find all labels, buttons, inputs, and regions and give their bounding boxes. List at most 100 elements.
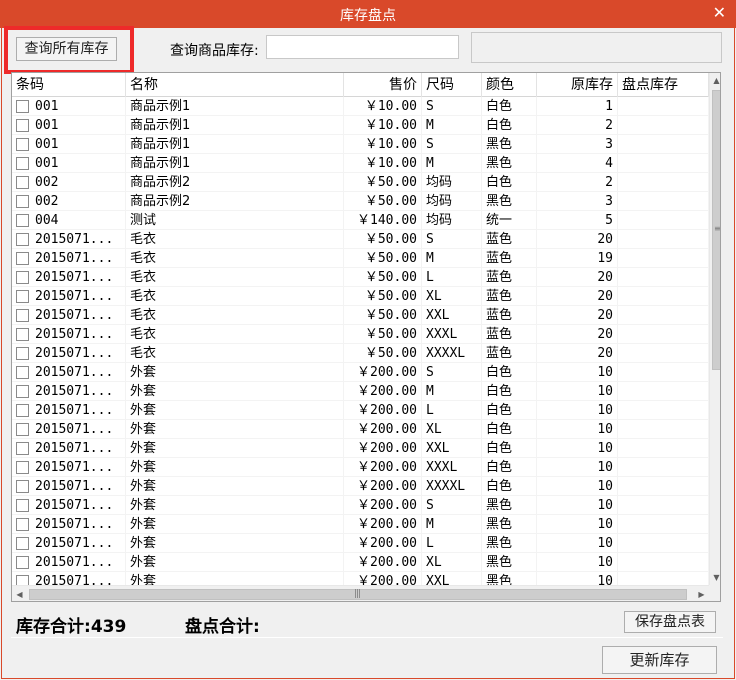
- cell-counted-stock[interactable]: [618, 268, 709, 287]
- row-checkbox[interactable]: [16, 100, 29, 113]
- table-row[interactable]: 2015071... 外套 ￥200.00 XXL 黑色 10: [12, 572, 709, 585]
- cell-counted-stock[interactable]: [618, 325, 709, 344]
- table-row[interactable]: 2015071... 外套 ￥200.00 XL 白色 10: [12, 420, 709, 439]
- vertical-scroll-thumb[interactable]: ≡: [712, 90, 720, 370]
- row-checkbox[interactable]: [16, 461, 29, 474]
- table-row[interactable]: 2015071... 外套 ￥200.00 M 黑色 10: [12, 515, 709, 534]
- cell-counted-stock[interactable]: [618, 192, 709, 211]
- table-row[interactable]: 2015071... 外套 ￥200.00 S 白色 10: [12, 363, 709, 382]
- row-checkbox[interactable]: [16, 423, 29, 436]
- row-checkbox[interactable]: [16, 442, 29, 455]
- cell-counted-stock[interactable]: [618, 572, 709, 585]
- scroll-right-icon[interactable]: ▶: [694, 586, 709, 601]
- row-checkbox[interactable]: [16, 252, 29, 265]
- cell-counted-stock[interactable]: [618, 477, 709, 496]
- column-header-size[interactable]: 尺码: [422, 73, 482, 97]
- table-row[interactable]: 2015071... 外套 ￥200.00 XXXXL 白色 10: [12, 477, 709, 496]
- row-checkbox[interactable]: [16, 195, 29, 208]
- column-header-counted-stock[interactable]: 盘点库存: [618, 73, 709, 97]
- scroll-left-icon[interactable]: ◀: [12, 586, 27, 601]
- cell-counted-stock[interactable]: [618, 306, 709, 325]
- cell-counted-stock[interactable]: [618, 496, 709, 515]
- column-header-original-stock[interactable]: 原库存: [537, 73, 618, 97]
- row-checkbox[interactable]: [16, 366, 29, 379]
- cell-counted-stock[interactable]: [618, 420, 709, 439]
- cell-counted-stock[interactable]: [618, 97, 709, 116]
- column-header-price[interactable]: 售价: [344, 73, 422, 97]
- row-checkbox[interactable]: [16, 328, 29, 341]
- row-checkbox[interactable]: [16, 385, 29, 398]
- table-row[interactable]: 2015071... 外套 ￥200.00 XXL 白色 10: [12, 439, 709, 458]
- column-header-color[interactable]: 颜色: [482, 73, 537, 97]
- close-icon[interactable]: ✕: [713, 3, 726, 22]
- table-row[interactable]: 2015071... 毛衣 ￥50.00 M 蓝色 19: [12, 249, 709, 268]
- table-row[interactable]: 2015071... 毛衣 ￥50.00 S 蓝色 20: [12, 230, 709, 249]
- row-checkbox[interactable]: [16, 119, 29, 132]
- cell-counted-stock[interactable]: [618, 173, 709, 192]
- product-stock-search-input[interactable]: [266, 35, 459, 59]
- cell-counted-stock[interactable]: [618, 515, 709, 534]
- stock-total-label: 库存合计:: [16, 617, 91, 637]
- save-count-sheet-button[interactable]: 保存盘点表: [624, 611, 716, 633]
- horizontal-scrollbar[interactable]: ◀ ||| ▶: [12, 585, 709, 601]
- row-checkbox[interactable]: [16, 271, 29, 284]
- table-row[interactable]: 002 商品示例2 ￥50.00 均码 黑色 3: [12, 192, 709, 211]
- table-row[interactable]: 2015071... 外套 ￥200.00 L 白色 10: [12, 401, 709, 420]
- table-row[interactable]: 2015071... 外套 ￥200.00 M 白色 10: [12, 382, 709, 401]
- table-row[interactable]: 2015071... 毛衣 ￥50.00 XXXL 蓝色 20: [12, 325, 709, 344]
- table-row[interactable]: 2015071... 毛衣 ￥50.00 L 蓝色 20: [12, 268, 709, 287]
- row-checkbox[interactable]: [16, 556, 29, 569]
- table-row[interactable]: 2015071... 毛衣 ￥50.00 XXXXL 蓝色 20: [12, 344, 709, 363]
- table-row[interactable]: 2015071... 毛衣 ￥50.00 XXL 蓝色 20: [12, 306, 709, 325]
- table-row[interactable]: 001 商品示例1 ￥10.00 M 黑色 4: [12, 154, 709, 173]
- query-all-stock-button[interactable]: 查询所有库存: [16, 37, 117, 61]
- cell-counted-stock[interactable]: [618, 249, 709, 268]
- row-checkbox[interactable]: [16, 176, 29, 189]
- cell-counted-stock[interactable]: [618, 382, 709, 401]
- row-checkbox[interactable]: [16, 499, 29, 512]
- table-row[interactable]: 2015071... 外套 ￥200.00 S 黑色 10: [12, 496, 709, 515]
- row-checkbox[interactable]: [16, 233, 29, 246]
- table-row[interactable]: 001 商品示例1 ￥10.00 S 白色 1: [12, 97, 709, 116]
- scroll-up-icon[interactable]: ▲: [710, 73, 720, 88]
- table-row[interactable]: 002 商品示例2 ￥50.00 均码 白色 2: [12, 173, 709, 192]
- cell-counted-stock[interactable]: [618, 154, 709, 173]
- column-header-name[interactable]: 名称: [126, 73, 344, 97]
- row-checkbox[interactable]: [16, 347, 29, 360]
- table-row[interactable]: 004 测试 ￥140.00 均码 统一 5: [12, 211, 709, 230]
- row-checkbox[interactable]: [16, 404, 29, 417]
- update-stock-button[interactable]: 更新库存: [602, 646, 717, 674]
- cell-counted-stock[interactable]: [618, 230, 709, 249]
- table-row[interactable]: 2015071... 外套 ￥200.00 XL 黑色 10: [12, 553, 709, 572]
- column-header-code[interactable]: 条码: [12, 73, 126, 97]
- row-checkbox[interactable]: [16, 290, 29, 303]
- cell-counted-stock[interactable]: [618, 211, 709, 230]
- row-checkbox[interactable]: [16, 309, 29, 322]
- cell-counted-stock[interactable]: [618, 363, 709, 382]
- row-checkbox[interactable]: [16, 480, 29, 493]
- scroll-down-icon[interactable]: ▼: [710, 570, 720, 585]
- table-row[interactable]: 001 商品示例1 ￥10.00 S 黑色 3: [12, 135, 709, 154]
- row-checkbox[interactable]: [16, 157, 29, 170]
- cell-counted-stock[interactable]: [618, 344, 709, 363]
- cell-counted-stock[interactable]: [618, 458, 709, 477]
- table-row[interactable]: 2015071... 毛衣 ￥50.00 XL 蓝色 20: [12, 287, 709, 306]
- row-checkbox[interactable]: [16, 138, 29, 151]
- table-row[interactable]: 2015071... 外套 ￥200.00 XXXL 白色 10: [12, 458, 709, 477]
- cell-counted-stock[interactable]: [618, 135, 709, 154]
- cell-counted-stock[interactable]: [618, 116, 709, 135]
- row-checkbox[interactable]: [16, 518, 29, 531]
- table-row[interactable]: 001 商品示例1 ￥10.00 M 白色 2: [12, 116, 709, 135]
- row-checkbox[interactable]: [16, 214, 29, 227]
- cell-counted-stock[interactable]: [618, 553, 709, 572]
- table-row[interactable]: 2015071... 外套 ￥200.00 L 黑色 10: [12, 534, 709, 553]
- horizontal-scroll-thumb[interactable]: |||: [29, 589, 687, 600]
- cell-counted-stock[interactable]: [618, 534, 709, 553]
- cell-counted-stock[interactable]: [618, 439, 709, 458]
- vertical-scrollbar[interactable]: ▲ ≡ ▼: [709, 73, 720, 585]
- row-checkbox[interactable]: [16, 537, 29, 550]
- row-checkbox[interactable]: [16, 575, 29, 585]
- cell-original-stock: 10: [537, 439, 618, 458]
- cell-counted-stock[interactable]: [618, 401, 709, 420]
- cell-counted-stock[interactable]: [618, 287, 709, 306]
